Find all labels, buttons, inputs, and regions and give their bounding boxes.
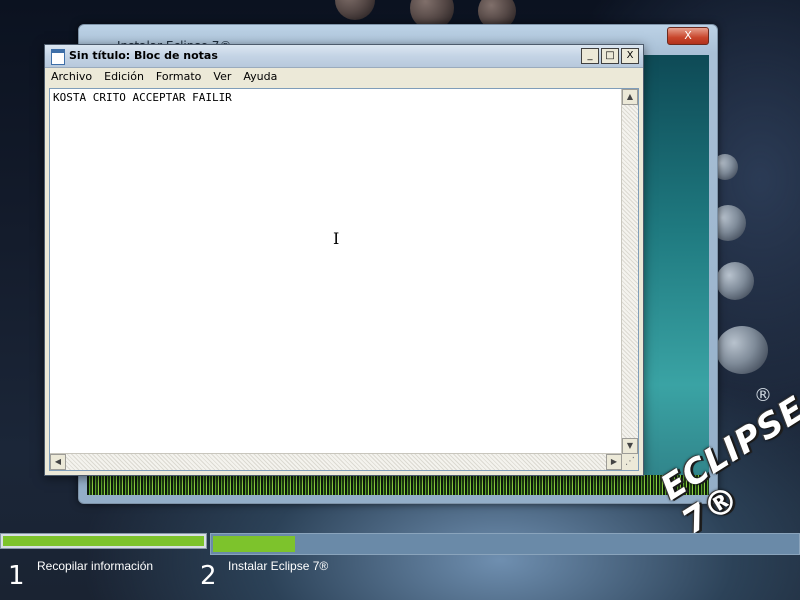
text-content: KOSTA CRITO ACCEPTAR FAILIR — [53, 91, 232, 104]
menu-formato[interactable]: Formato — [150, 68, 208, 86]
scroll-up-icon[interactable]: ▲ — [622, 89, 638, 105]
menu-bar: Archivo Edición Formato Ver Ayuda — [45, 68, 643, 86]
notepad-titlebar[interactable]: Sin título: Bloc de notas _ □ X — [45, 45, 643, 68]
horizontal-scrollbar[interactable]: ◀ ▶ — [50, 453, 622, 470]
moon-decoration — [716, 262, 754, 300]
vertical-scrollbar[interactable]: ▲ ▼ — [621, 89, 638, 454]
moon-decoration — [335, 0, 375, 20]
step-2-number: 2 — [200, 561, 217, 591]
notepad-icon — [51, 49, 65, 65]
progress-bar-step-1 — [0, 533, 207, 549]
scroll-right-icon[interactable]: ▶ — [606, 454, 622, 470]
scroll-left-icon[interactable]: ◀ — [50, 454, 66, 470]
progress-bar-step-2 — [210, 533, 800, 555]
step-1-number: 1 — [8, 561, 25, 591]
menu-edicion[interactable]: Edición — [98, 68, 150, 86]
text-cursor-icon: I — [333, 229, 340, 248]
registered-mark: ® — [754, 385, 772, 406]
menu-ayuda[interactable]: Ayuda — [237, 68, 283, 86]
progress-fill-step-2 — [213, 536, 295, 552]
grass-decoration — [87, 475, 709, 495]
installer-close-button[interactable]: X — [667, 27, 709, 45]
step-1-label: Recopilar información — [37, 559, 154, 573]
progress-fill-step-1 — [3, 536, 204, 546]
setup-progress: 1 Recopilar información 2 Instalar Eclip… — [0, 533, 800, 600]
maximize-button[interactable]: □ — [601, 48, 619, 64]
menu-archivo[interactable]: Archivo — [45, 68, 98, 86]
menu-ver[interactable]: Ver — [207, 68, 237, 86]
text-area[interactable]: KOSTA CRITO ACCEPTAR FAILIR ▲ ▼ ◀ ▶ ⋰ — [49, 88, 639, 471]
logo-text: ECLIPSE 7® — [653, 388, 800, 543]
notepad-window: Sin título: Bloc de notas _ □ X Archivo … — [44, 44, 644, 476]
notepad-title: Sin título: Bloc de notas — [69, 49, 218, 62]
step-2-label: Instalar Eclipse 7® — [228, 559, 329, 573]
minimize-button[interactable]: _ — [581, 48, 599, 64]
close-button[interactable]: X — [621, 48, 639, 64]
